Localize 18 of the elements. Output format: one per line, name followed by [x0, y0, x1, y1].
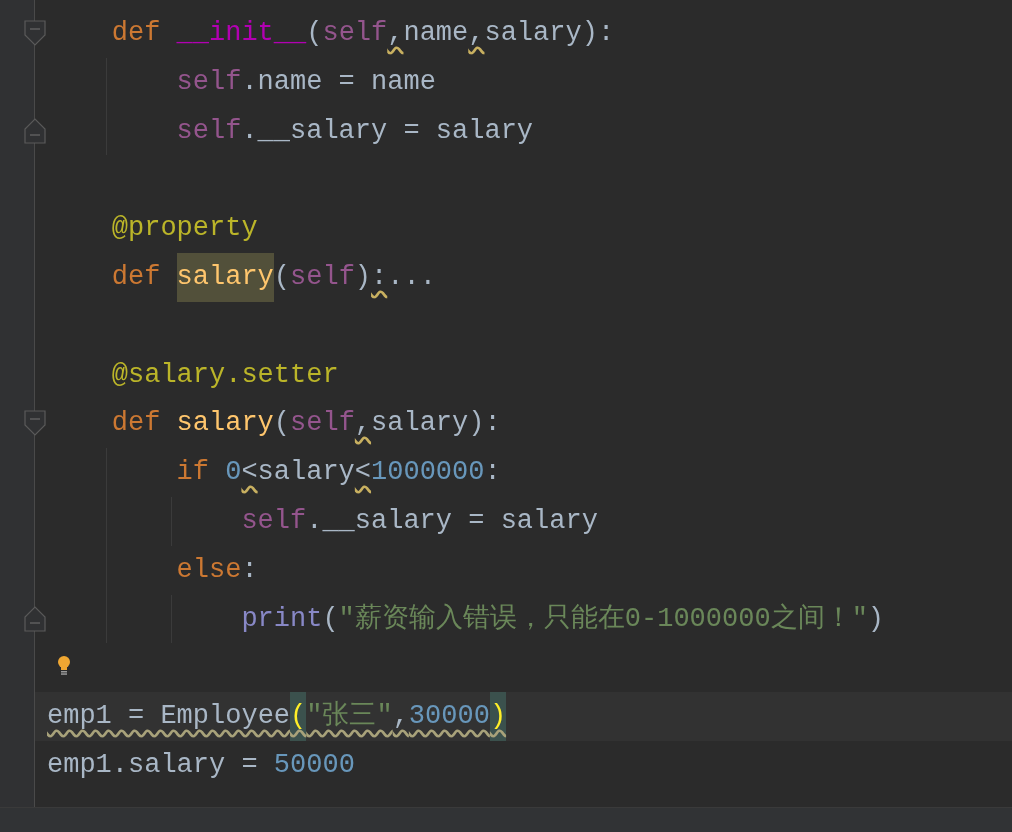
fold-start-icon[interactable]: [24, 410, 46, 437]
code-line: def __init__(self,name,salary):: [111, 17, 615, 50]
code-line: def salary(self,salary):: [111, 407, 501, 441]
code-line: self.__salary = salary: [241, 504, 598, 538]
fold-end-icon[interactable]: [24, 117, 46, 144]
code-line: emp1.salary = 50000: [47, 748, 355, 782]
code-line: @salary.setter: [111, 358, 339, 392]
code-line: @property: [111, 212, 258, 246]
code-line: self.name = name: [176, 65, 436, 99]
code-line: print("薪资输入错误，只能在0-1000000之间！"): [241, 602, 885, 636]
code-line: self.__salary = salary: [176, 114, 534, 148]
lightbulb-icon[interactable]: [56, 655, 72, 676]
code-line: else:: [176, 553, 258, 587]
code-line: def salary(self):...: [111, 253, 436, 302]
code-line: if 0<salary<1000000:: [176, 456, 501, 490]
fold-start-icon[interactable]: [24, 20, 46, 46]
code-line: emp1 = Employee("张三",30000): [47, 692, 507, 741]
fold-end-icon[interactable]: [24, 605, 46, 632]
